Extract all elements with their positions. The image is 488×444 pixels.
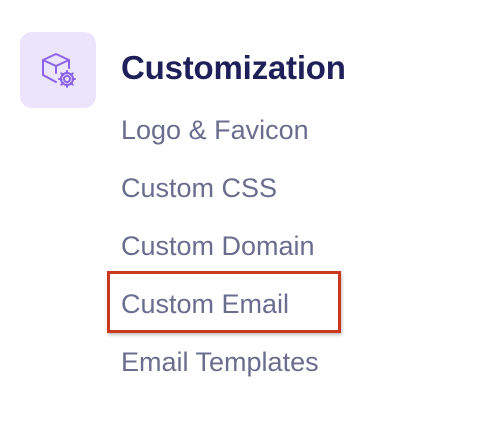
cube-gear-icon bbox=[42, 53, 76, 88]
menu-item-label[interactable]: Email Templates bbox=[121, 347, 319, 377]
menu-item-email-templates[interactable]: Email Templates bbox=[121, 342, 319, 400]
menu-item-label[interactable]: Custom CSS bbox=[121, 173, 277, 203]
menu-item-custom-css[interactable]: Custom CSS bbox=[121, 168, 319, 226]
menu-item-custom-email[interactable]: Custom Email bbox=[107, 271, 341, 342]
menu-item-label[interactable]: Logo & Favicon bbox=[121, 115, 309, 145]
section-title: Customization bbox=[121, 49, 346, 86]
menu-item-label[interactable]: Custom Domain bbox=[121, 231, 315, 261]
customization-icon-tile bbox=[20, 32, 96, 108]
customization-menu: Logo & Favicon Custom CSS Custom Domain … bbox=[107, 110, 341, 400]
menu-item-logo-favicon[interactable]: Logo & Favicon bbox=[121, 110, 319, 168]
menu-item-custom-domain[interactable]: Custom Domain bbox=[121, 226, 319, 284]
menu-item-label[interactable]: Custom Email bbox=[121, 289, 289, 319]
